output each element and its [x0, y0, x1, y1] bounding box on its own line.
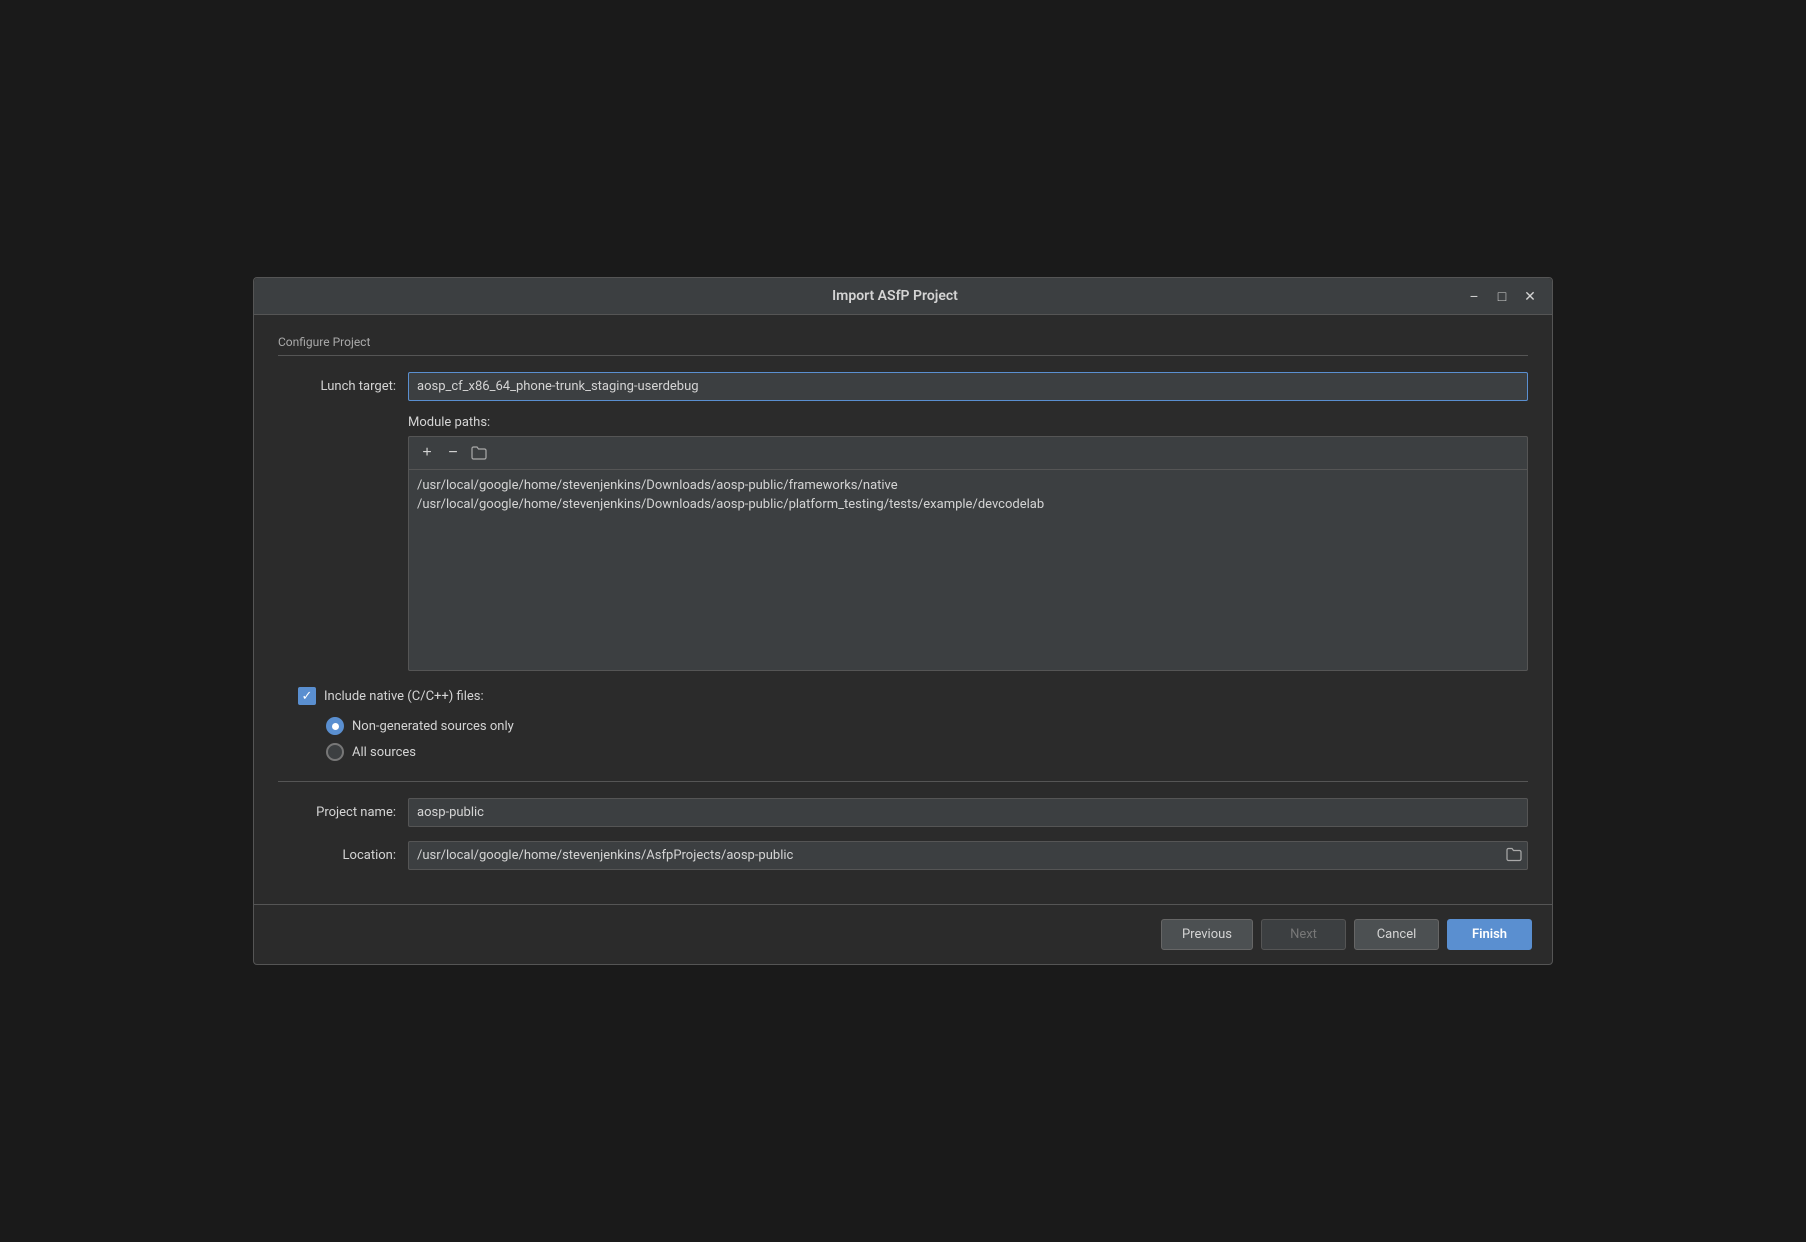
section-header-configure: Configure Project [278, 335, 1528, 356]
radio-non-generated-row[interactable]: Non-generated sources only [326, 717, 1528, 735]
lunch-target-input[interactable] [408, 372, 1528, 401]
radio-all-sources-row[interactable]: All sources [326, 743, 1528, 761]
add-path-button[interactable]: + [415, 441, 439, 465]
dialog-content: Configure Project Lunch target: Module p… [254, 315, 1552, 904]
folder-icon [471, 446, 487, 460]
radio-non-generated[interactable] [326, 717, 344, 735]
include-native-label: Include native (C/C++) files: [324, 689, 484, 704]
lunch-target-row: Lunch target: [278, 372, 1528, 401]
title-bar: Import ASfP Project − □ ✕ [254, 278, 1552, 315]
location-input[interactable] [408, 841, 1528, 870]
location-row: Location: [278, 841, 1528, 870]
project-name-row: Project name: [278, 798, 1528, 827]
minimize-button[interactable]: − [1464, 286, 1484, 306]
radio-all-sources-label: All sources [352, 745, 416, 760]
project-name-label: Project name: [278, 805, 408, 820]
checkmark-icon: ✓ [302, 690, 313, 703]
module-paths-box: + − /usr/local/google/home/stevenjenkins… [408, 436, 1528, 671]
module-path-item[interactable]: /usr/local/google/home/stevenjenkins/Dow… [417, 495, 1519, 514]
module-paths-list: /usr/local/google/home/stevenjenkins/Dow… [409, 470, 1527, 670]
module-paths-section: Module paths: + − /usr/local/google/home… [278, 415, 1528, 671]
module-paths-toolbar: + − [409, 437, 1527, 470]
location-label: Location: [278, 848, 408, 863]
close-button[interactable]: ✕ [1520, 286, 1540, 306]
module-paths-label: Module paths: [408, 415, 1528, 430]
dialog-title: Import ASfP Project [326, 288, 1464, 304]
location-folder-icon [1506, 847, 1522, 861]
previous-button[interactable]: Previous [1161, 919, 1253, 950]
include-native-checkbox[interactable]: ✓ [298, 687, 316, 705]
import-dialog: Import ASfP Project − □ ✕ Configure Proj… [253, 277, 1553, 965]
lunch-target-label: Lunch target: [278, 379, 408, 394]
radio-all-sources[interactable] [326, 743, 344, 761]
project-name-input[interactable] [408, 798, 1528, 827]
remove-path-button[interactable]: − [441, 441, 465, 465]
finish-button[interactable]: Finish [1447, 919, 1532, 950]
module-path-item[interactable]: /usr/local/google/home/stevenjenkins/Dow… [417, 476, 1519, 495]
divider [278, 781, 1528, 782]
maximize-button[interactable]: □ [1492, 286, 1512, 306]
location-browse-button[interactable] [1506, 847, 1522, 864]
radio-non-generated-label: Non-generated sources only [352, 719, 514, 734]
next-button: Next [1261, 919, 1346, 950]
location-input-wrapper [408, 841, 1528, 870]
include-native-row[interactable]: ✓ Include native (C/C++) files: [298, 687, 1528, 705]
dialog-footer: Previous Next Cancel Finish [254, 904, 1552, 964]
radio-group: Non-generated sources only All sources [326, 717, 1528, 761]
cancel-button[interactable]: Cancel [1354, 919, 1439, 950]
title-bar-controls: − □ ✕ [1464, 286, 1540, 306]
browse-path-button[interactable] [467, 441, 491, 465]
